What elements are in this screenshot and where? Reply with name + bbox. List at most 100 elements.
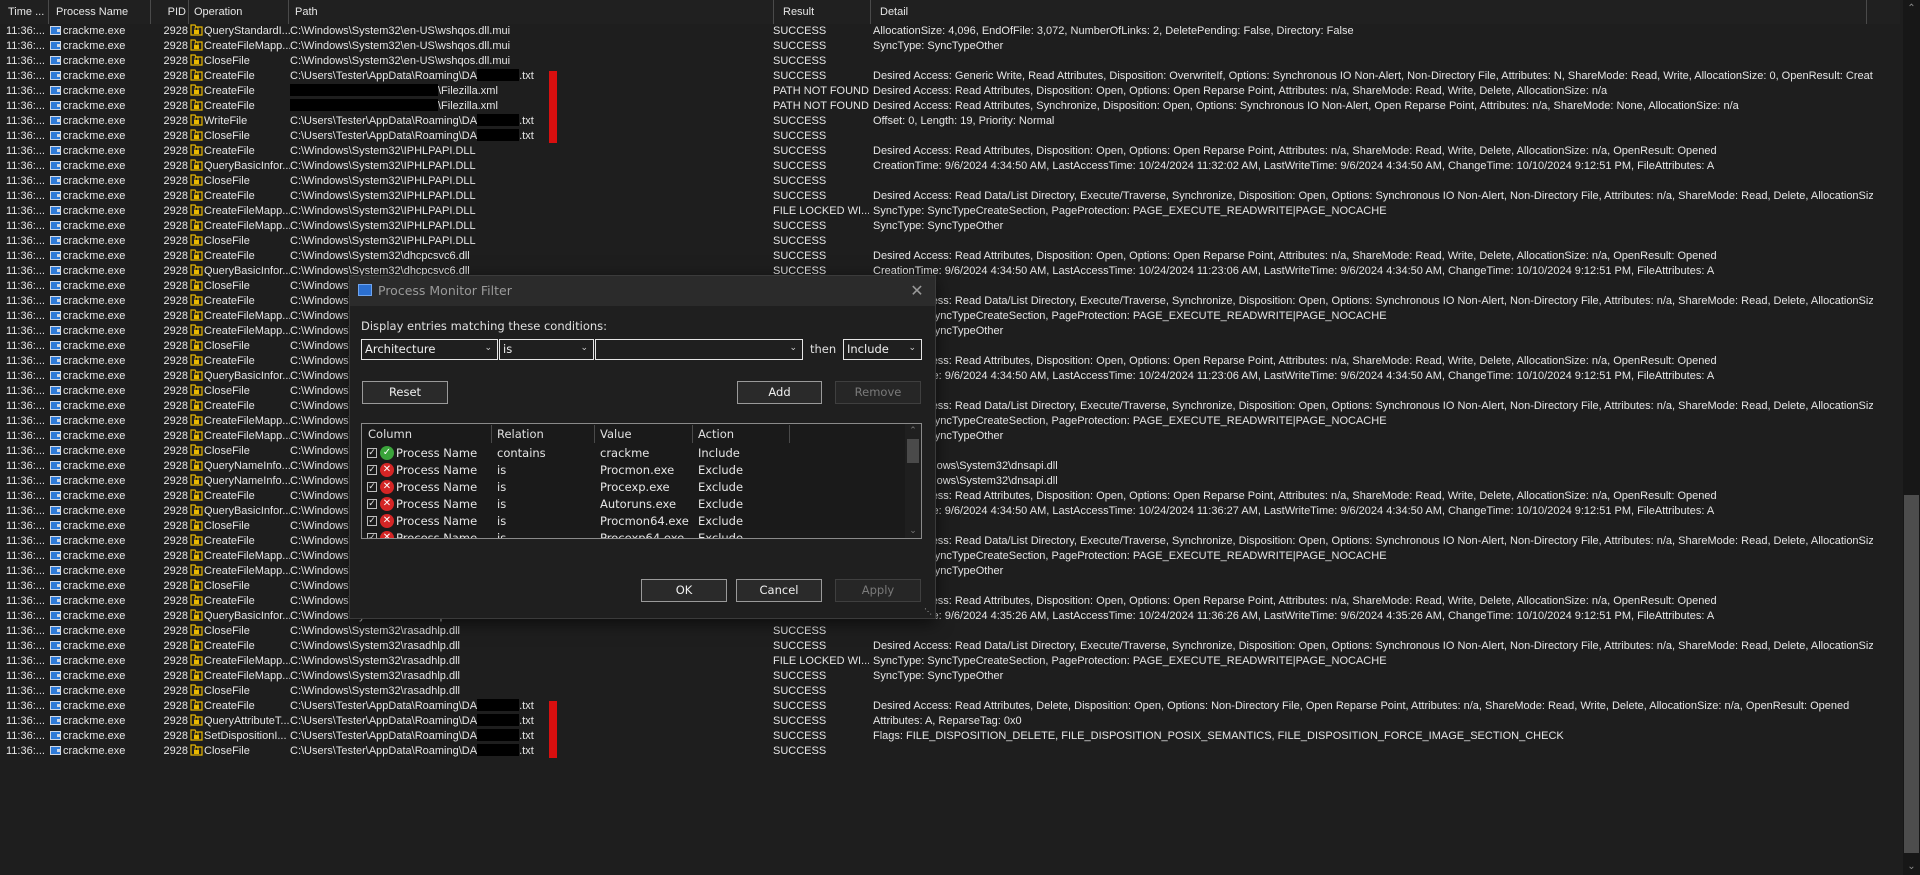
resize-grip-icon[interactable]: ⋱ [924, 607, 934, 617]
column-header-path[interactable]: Path [288, 0, 768, 24]
event-row[interactable]: 11:36:...crackme.exe2928CloseFileC:\Wind… [0, 279, 1900, 294]
event-row[interactable]: 11:36:... crackme.exe 2928 QueryBasicInfor.… [0, 369, 1900, 384]
filesystem-icon [190, 699, 203, 711]
event-row[interactable]: 11:36:... crackme.exe 2928 QueryBasicInfor.… [0, 159, 1900, 174]
rules-header-relation[interactable]: Relation [491, 424, 544, 444]
event-row[interactable]: 11:36:...crackme.exe2928CreateFileC:\Win… [0, 249, 1900, 264]
action-select[interactable]: Include ⌄ [843, 339, 922, 360]
rule-enabled-checkbox[interactable]: ✓ [367, 533, 377, 538]
event-row[interactable]: 11:36:... crackme.exe 2928 QueryAttributeT.… [0, 714, 1900, 729]
event-row[interactable]: 11:36:...crackme.exe2928CreateFileC:\Win… [0, 489, 1900, 504]
rule-enabled-checkbox[interactable]: ✓ [367, 516, 377, 526]
scroll-down-arrow-icon[interactable]: ⌄ [1903, 858, 1920, 875]
event-row[interactable]: 11:36:...crackme.exe2928CreateFileC:\Win… [0, 534, 1900, 549]
event-row[interactable]: 11:36:... crackme.exe 2928 CreateFileMapp..… [0, 429, 1900, 444]
cancel-button[interactable]: Cancel [736, 579, 822, 602]
scroll-up-arrow-icon[interactable]: ⌃ [905, 424, 921, 438]
event-path: C:\Windows\System32\rasadhlp.dll [290, 685, 460, 697]
apply-button[interactable]: Apply [835, 579, 921, 602]
event-row[interactable]: 11:36:... crackme.exe 2928 CreateFileMapp..… [0, 414, 1900, 429]
column-header-operation[interactable]: Operation [188, 0, 288, 24]
filter-rule-row[interactable]: ✓ ✕ Process Name is Autoruns.exe Exclude [362, 496, 905, 513]
event-row[interactable]: 11:36:...crackme.exe2928CloseFileC:\Wind… [0, 54, 1900, 69]
filter-rule-row[interactable]: ✓ ✕ Process Name is Procmon.exe Exclude [362, 462, 905, 479]
event-row[interactable]: 11:36:... crackme.exe 2928 CloseFile C:\User… [0, 744, 1900, 759]
rules-header-value[interactable]: Value [594, 424, 632, 444]
column-header-pid[interactable]: PID [150, 0, 190, 24]
column-header-time[interactable]: Time ... [0, 0, 48, 24]
dialog-titlebar[interactable]: Process Monitor Filter ✕ [350, 276, 935, 306]
event-row[interactable]: 11:36:...crackme.exe2928CloseFileC:\Wind… [0, 684, 1900, 699]
event-process-cell: crackme.exe [50, 69, 160, 84]
event-row[interactable]: 11:36:... crackme.exe 2928 QueryStandardI..… [0, 24, 1900, 39]
event-row[interactable]: 11:36:... crackme.exe 2928 CreateFileMapp..… [0, 654, 1900, 669]
event-row[interactable]: 11:36:...crackme.exe2928CloseFileC:\Wind… [0, 174, 1900, 189]
event-row[interactable]: 11:36:...crackme.exe2928CloseFileC:\Wind… [0, 234, 1900, 249]
event-row[interactable]: 11:36:... crackme.exe 2928 CreateFileMapp..… [0, 564, 1900, 579]
event-row[interactable]: 11:36:... crackme.exe 2928 CreateFile \Filez… [0, 84, 1900, 99]
event-row[interactable]: 11:36:... crackme.exe 2928 CloseFile C:\User… [0, 129, 1900, 144]
event-row[interactable]: 11:36:...crackme.exe2928CloseFileC:\Wind… [0, 579, 1900, 594]
column-select[interactable]: Architecture ⌄ [361, 339, 498, 360]
reset-button[interactable]: Reset [362, 381, 448, 404]
filter-rule-row[interactable]: ✓ ✕ Process Name is Procexp64.exe Exclude [362, 530, 905, 538]
filter-rule-row[interactable]: ✓ ✕ Process Name is Procexp.exe Exclude [362, 479, 905, 496]
value-combobox[interactable]: ⌄ [595, 339, 803, 360]
column-header-detail[interactable]: Detail [870, 0, 1870, 24]
event-row[interactable]: 11:36:...crackme.exe2928CreateFileC:\Win… [0, 294, 1900, 309]
event-row[interactable]: 11:36:... crackme.exe 2928 QueryBasicInfor.… [0, 609, 1900, 624]
rule-enabled-checkbox[interactable]: ✓ [367, 499, 377, 509]
event-row[interactable]: 11:36:...crackme.exe2928CloseFileC:\Wind… [0, 384, 1900, 399]
remove-button[interactable]: Remove [835, 381, 921, 404]
event-row[interactable]: 11:36:... crackme.exe 2928 QueryBasicInfor.… [0, 264, 1900, 279]
event-row[interactable]: 11:36:... crackme.exe 2928 CreateFileMapp..… [0, 309, 1900, 324]
column-divider[interactable] [1866, 0, 1867, 24]
event-row[interactable]: 11:36:...crackme.exe2928CreateFileC:\Win… [0, 354, 1900, 369]
event-row[interactable]: 11:36:... crackme.exe 2928 CreateFileMapp..… [0, 204, 1900, 219]
event-row[interactable]: 11:36:... crackme.exe 2928 CreateFile C:\Use… [0, 699, 1900, 714]
ok-button[interactable]: OK [641, 579, 727, 602]
filter-rule-row[interactable]: ✓ ✕ Process Name is Procmon64.exe Exclude [362, 513, 905, 530]
rule-enabled-checkbox[interactable]: ✓ [367, 482, 377, 492]
event-row[interactable]: 11:36:... crackme.exe 2928 CreateFileMapp..… [0, 549, 1900, 564]
rules-header-column[interactable]: Column [362, 424, 412, 444]
event-row[interactable]: 11:36:... crackme.exe 2928 QueryNameInfo...… [0, 474, 1900, 489]
event-row[interactable]: 11:36:... crackme.exe 2928 CreateFile \Filez… [0, 99, 1900, 114]
rule-enabled-checkbox[interactable]: ✓ [367, 465, 377, 475]
event-row[interactable]: 11:36:... crackme.exe 2928 CreateFileMapp..… [0, 39, 1900, 54]
event-row[interactable]: 11:36:... crackme.exe 2928 CreateFile C:\Use… [0, 69, 1900, 84]
filter-rules-list[interactable]: Column Relation Value Action ✓ ✓ Process N… [361, 423, 922, 539]
close-icon[interactable]: ✕ [905, 279, 929, 303]
vertical-scrollbar[interactable]: ⌃ ⌄ [1903, 0, 1920, 875]
event-row[interactable]: 11:36:... crackme.exe 2928 SetDispositionI.… [0, 729, 1900, 744]
event-row[interactable]: 11:36:...crackme.exe2928CreateFileC:\Win… [0, 594, 1900, 609]
event-row[interactable]: 11:36:...crackme.exe2928CloseFileC:\Wind… [0, 519, 1900, 534]
event-row[interactable]: 11:36:...crackme.exe2928CreateFileC:\Win… [0, 639, 1900, 654]
column-header-result[interactable]: Result [773, 0, 869, 24]
event-row[interactable]: 11:36:...crackme.exe2928CloseFileC:\Wind… [0, 444, 1900, 459]
rules-scrollbar-thumb[interactable] [907, 439, 919, 463]
rules-header-action[interactable]: Action [692, 424, 734, 444]
event-row[interactable]: 11:36:... crackme.exe 2928 QueryBasicInfor.… [0, 504, 1900, 519]
event-row[interactable]: 11:36:... crackme.exe 2928 WriteFile C:\User… [0, 114, 1900, 129]
event-row[interactable]: 11:36:...crackme.exe2928CreateFileC:\Win… [0, 144, 1900, 159]
rule-enabled-checkbox[interactable]: ✓ [367, 448, 377, 458]
column-header-process[interactable]: Process Name [48, 0, 148, 24]
event-row[interactable]: 11:36:... crackme.exe 2928 CreateFileMapp..… [0, 669, 1900, 684]
add-button[interactable]: Add [737, 381, 822, 404]
event-row[interactable]: 11:36:... crackme.exe 2928 CreateFileMapp..… [0, 324, 1900, 339]
event-row[interactable]: 11:36:... crackme.exe 2928 CreateFileMapp..… [0, 219, 1900, 234]
event-row[interactable]: 11:36:...crackme.exe2928CloseFileC:\Wind… [0, 339, 1900, 354]
rules-scrollbar[interactable]: ⌃ ⌄ [905, 424, 921, 538]
event-row[interactable]: 11:36:...crackme.exe2928CreateFileC:\Win… [0, 399, 1900, 414]
column-divider[interactable] [789, 425, 790, 443]
event-row[interactable]: 11:36:...crackme.exe2928CloseFileC:\Wind… [0, 624, 1900, 639]
event-detail: SyncType: SyncTypeOther [873, 430, 1004, 442]
scroll-down-arrow-icon[interactable]: ⌄ [905, 524, 921, 538]
scroll-up-arrow-icon[interactable]: ⌃ [1903, 0, 1920, 17]
event-row[interactable]: 11:36:... crackme.exe 2928 QueryNameInfo...… [0, 459, 1900, 474]
event-row[interactable]: 11:36:...crackme.exe2928CreateFileC:\Win… [0, 189, 1900, 204]
relation-select[interactable]: is ⌄ [499, 339, 594, 360]
scrollbar-thumb[interactable] [1904, 495, 1919, 853]
filter-rule-row[interactable]: ✓ ✓ Process Name contains crackme Include [362, 445, 905, 462]
